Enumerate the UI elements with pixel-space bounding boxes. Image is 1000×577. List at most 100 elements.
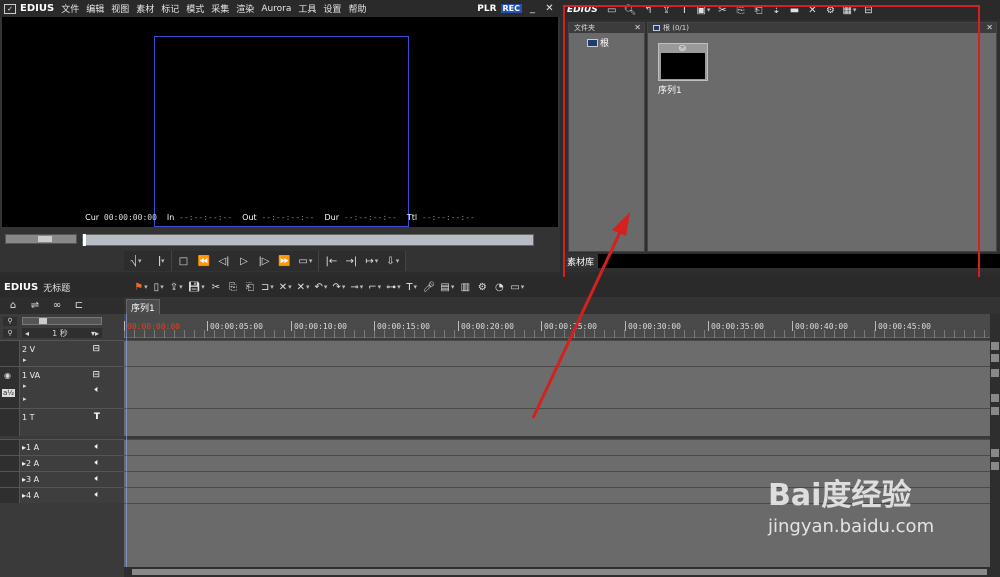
- mode-group-icon[interactable]: ⊏: [71, 298, 87, 313]
- play-icon[interactable]: ▷: [236, 254, 252, 269]
- insert-icon[interactable]: |←: [323, 254, 339, 269]
- open-icon[interactable]: ⇪ ▾: [168, 280, 185, 295]
- track-header-1a[interactable]: ▸1 A 🔈︎: [0, 439, 124, 455]
- mixer-icon[interactable]: ⚙: [474, 280, 490, 295]
- track-scroll-button[interactable]: [991, 369, 999, 377]
- stop-icon[interactable]: □: [176, 254, 192, 269]
- save-icon[interactable]: 💾︎ ▾: [186, 280, 207, 295]
- clip-panel-close-icon[interactable]: ✕: [986, 23, 993, 33]
- step-back-icon[interactable]: ◁|: [216, 254, 232, 269]
- undo-icon[interactable]: ↶ ▾: [313, 280, 330, 295]
- rec-mode-button[interactable]: REC: [500, 4, 522, 13]
- lock-all-icon[interactable]: ⚲: [3, 329, 17, 338]
- speaker-icon[interactable]: 🔈︎: [95, 474, 100, 484]
- track-scroll-button[interactable]: [991, 407, 999, 415]
- color-bar-icon[interactable]: ▤ ▾: [438, 280, 456, 295]
- close-icon[interactable]: ✕: [543, 2, 556, 15]
- title-icon[interactable]: T ▾: [404, 280, 420, 295]
- track-header-1t[interactable]: 1 T T: [0, 408, 124, 436]
- mode-normal-icon[interactable]: ⌂: [5, 298, 21, 313]
- menu-marker[interactable]: 标记: [161, 2, 179, 15]
- track-scroll-button[interactable]: [991, 342, 999, 350]
- lock-icon[interactable]: ⚲: [3, 317, 17, 326]
- expand-icon[interactable]: ▸: [23, 356, 27, 364]
- menu-render[interactable]: 渲染: [236, 2, 254, 15]
- mode-sync-icon[interactable]: ⇌: [27, 298, 43, 313]
- ripple-icon[interactable]: ⊸ ▾: [348, 280, 365, 295]
- menu-tools[interactable]: 工具: [298, 2, 316, 15]
- track-header-2v[interactable]: 2 V ⊟ ▸: [0, 340, 124, 366]
- jog-slider[interactable]: [5, 234, 77, 244]
- speaker-icon[interactable]: 🔈︎: [95, 385, 100, 395]
- horizontal-scroll-thumb[interactable]: [132, 569, 987, 575]
- cut-icon[interactable]: ✂: [208, 280, 224, 295]
- track-body-2a[interactable]: [124, 455, 990, 471]
- snap-icon[interactable]: ⌐ ▾: [366, 280, 383, 295]
- menu-clip[interactable]: 素材: [136, 2, 154, 15]
- menu-edit[interactable]: 编辑: [86, 2, 104, 15]
- zoom-slider-knob[interactable]: [39, 318, 47, 324]
- speaker-icon[interactable]: 🔈︎: [95, 442, 100, 452]
- menu-help[interactable]: 帮助: [348, 2, 366, 15]
- track-header-4a[interactable]: ▸4 A 🔈︎: [0, 487, 124, 503]
- track-body-1a[interactable]: [124, 439, 990, 455]
- fast-forward-icon[interactable]: ⏩: [276, 254, 292, 269]
- track-header-1va[interactable]: ◉ a½ 1 VA ⊟ 🔈︎ ▸ ▸: [0, 366, 124, 408]
- plr-mode-button[interactable]: PLR: [477, 4, 496, 14]
- minimize-icon[interactable]: _: [526, 2, 539, 15]
- delete-icon[interactable]: ✕ ▾: [277, 280, 294, 295]
- sequence-tab[interactable]: 序列1: [126, 299, 160, 314]
- track-scroll-button[interactable]: [991, 462, 999, 470]
- sync-icon[interactable]: ⊶ ▾: [384, 280, 403, 295]
- mode-icon[interactable]: ⊐ ▾: [259, 280, 276, 295]
- overwrite-icon[interactable]: →|: [343, 254, 359, 269]
- track-body-1va[interactable]: [124, 366, 990, 408]
- video-icon[interactable]: ◉: [4, 371, 11, 380]
- speaker-icon[interactable]: 🔈︎: [95, 458, 100, 468]
- horizontal-scrollbar[interactable]: [124, 567, 1000, 577]
- menu-file[interactable]: 文件: [61, 2, 79, 15]
- track-header-3a[interactable]: ▸3 A 🔈︎: [0, 471, 124, 487]
- track-header-2a[interactable]: ▸2 A 🔈︎: [0, 455, 124, 471]
- set-out-icon[interactable]: ⎹ ▾: [148, 254, 167, 269]
- paste-icon[interactable]: ⎗: [242, 280, 258, 295]
- rewind-icon[interactable]: ⏪: [196, 254, 212, 269]
- track-body-1t[interactable]: [124, 408, 990, 436]
- video-track-icon[interactable]: ⊟: [92, 370, 100, 380]
- track-body-2v[interactable]: [124, 340, 990, 366]
- track-scroll-button[interactable]: [991, 394, 999, 402]
- expand-icon[interactable]: ▸: [23, 395, 27, 403]
- render-icon[interactable]: ▥: [457, 280, 473, 295]
- expand-icon[interactable]: ▸: [23, 382, 27, 390]
- set-in-icon[interactable]: ⎷ ▾: [128, 254, 144, 269]
- title-track-icon[interactable]: T: [94, 412, 100, 422]
- redo-icon[interactable]: ↷ ▾: [330, 280, 347, 295]
- slider-playhead[interactable]: [83, 234, 86, 246]
- video-track-icon[interactable]: ⊟: [92, 344, 100, 354]
- audio-channel-icon[interactable]: a½: [2, 389, 16, 397]
- scale-right-icon[interactable]: ▾▸: [91, 329, 99, 338]
- loop-icon[interactable]: ▭ ▾: [296, 254, 314, 269]
- project-icon[interactable]: ⚑ ▾: [132, 280, 149, 295]
- position-slider[interactable]: [82, 234, 534, 246]
- menu-mode[interactable]: 模式: [186, 2, 204, 15]
- ripple-delete-icon[interactable]: ✕ ▾: [295, 280, 312, 295]
- track-scroll-button[interactable]: [991, 449, 999, 457]
- new-icon[interactable]: ▯ ▾: [151, 280, 167, 295]
- speaker-icon[interactable]: 🔈︎: [95, 490, 100, 500]
- menu-settings[interactable]: 设置: [323, 2, 341, 15]
- add-track-icon[interactable]: ↦ ▾: [363, 254, 380, 269]
- menu-aurora[interactable]: Aurora: [261, 4, 291, 14]
- clock-icon[interactable]: ◔: [491, 280, 507, 295]
- zoom-slider[interactable]: [22, 317, 102, 325]
- scale-left-icon[interactable]: ◂: [25, 329, 29, 338]
- copy-icon[interactable]: ⎘: [225, 280, 241, 295]
- jog-knob[interactable]: [38, 236, 52, 242]
- mode-link-icon[interactable]: ∞: [49, 298, 65, 313]
- menu-capture[interactable]: 采集: [211, 2, 229, 15]
- menu-view[interactable]: 视图: [111, 2, 129, 15]
- track-scroll-button[interactable]: [991, 354, 999, 362]
- mic-icon[interactable]: 🎤︎: [421, 280, 438, 295]
- export-icon[interactable]: ▭ ▾: [508, 280, 526, 295]
- vertical-scrollbar[interactable]: [990, 314, 1000, 567]
